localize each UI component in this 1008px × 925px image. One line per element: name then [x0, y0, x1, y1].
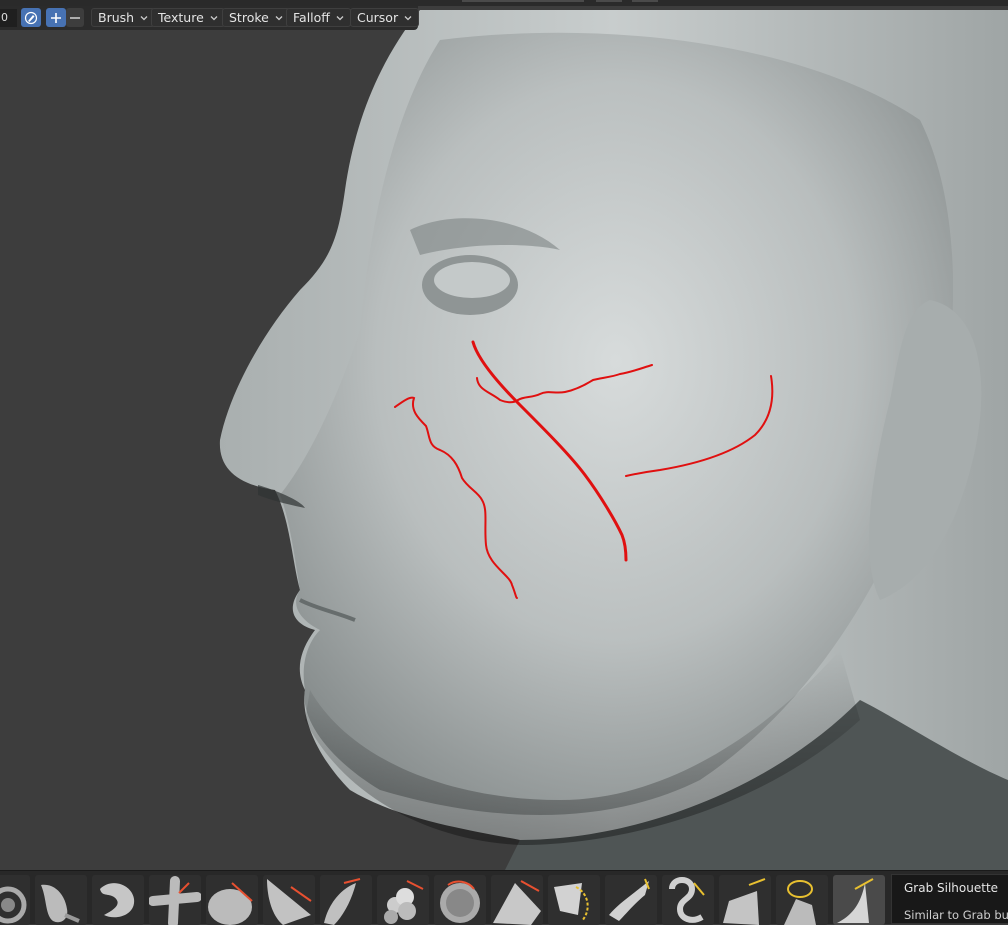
brush-dropdown[interactable]: Brush [91, 8, 156, 27]
tooltip-description: Similar to Grab but o [904, 908, 1008, 922]
falloff-dropdown-label: Falloff [293, 10, 330, 25]
brush-flatten[interactable] [206, 875, 258, 925]
stroke-dropdown[interactable]: Stroke [222, 8, 290, 27]
top-tab[interactable] [632, 0, 658, 2]
layer-icon [493, 880, 541, 925]
blob-icon [384, 880, 424, 924]
brush-tooltip: Grab Silhouette Similar to Grab but o [891, 874, 1008, 924]
brush-elastic-deform[interactable] [662, 875, 714, 925]
brush-thumb[interactable] [719, 875, 771, 925]
pen-pressure-icon [24, 11, 38, 24]
brush-multires-displacement[interactable] [434, 875, 486, 925]
brush-clay-strips[interactable] [0, 875, 30, 925]
brush-grab-silhouette[interactable] [833, 875, 885, 925]
clay-strips-icon [0, 886, 27, 924]
chevron-down-icon [210, 15, 218, 20]
top-tab[interactable] [596, 0, 622, 2]
chevron-down-icon [404, 15, 412, 20]
crease-icon [324, 878, 361, 925]
scrape-icon [267, 879, 312, 925]
chevron-down-icon [275, 15, 283, 20]
multires-icon [440, 880, 480, 923]
texture-dropdown-label: Texture [158, 10, 204, 25]
pen-pressure-toggle[interactable] [21, 8, 41, 27]
value-field[interactable]: 0 [0, 9, 17, 27]
snake-hook-icon [609, 878, 650, 921]
elastic-deform-icon [669, 877, 705, 923]
brush-draw-sharp[interactable] [92, 875, 144, 925]
brush-layer[interactable] [491, 875, 543, 925]
flatten-icon [208, 882, 253, 925]
cursor-dropdown[interactable]: Cursor [350, 8, 420, 27]
chevron-down-icon [336, 15, 344, 20]
3d-viewport[interactable] [0, 0, 1008, 870]
brush-fill[interactable] [548, 875, 600, 925]
grab-silhouette-icon [837, 878, 874, 923]
chevron-down-icon [140, 15, 148, 20]
pinch-icon [149, 876, 201, 925]
stroke-dropdown-label: Stroke [229, 10, 269, 25]
subtract-button[interactable] [66, 8, 84, 27]
brush-scrape[interactable] [263, 875, 315, 925]
top-tab[interactable] [462, 0, 584, 2]
minus-icon [70, 16, 80, 19]
brush-dropdown-label: Brush [98, 10, 135, 25]
brush-pose[interactable] [776, 875, 828, 925]
smooth-brush-icon [41, 884, 80, 923]
cursor-dropdown-label: Cursor [357, 10, 399, 25]
texture-dropdown[interactable]: Texture [151, 8, 225, 27]
thumb-icon [723, 878, 766, 925]
brush-snake-hook[interactable] [605, 875, 657, 925]
fill-icon [554, 883, 589, 922]
brush-pinch[interactable] [149, 875, 201, 925]
brush-crease[interactable] [320, 875, 372, 925]
add-button[interactable] [46, 8, 66, 27]
tooltip-title: Grab Silhouette [904, 881, 999, 895]
pose-icon [784, 880, 816, 925]
brush-smooth[interactable] [35, 875, 87, 925]
brush-blob[interactable] [377, 875, 429, 925]
falloff-dropdown[interactable]: Falloff [286, 8, 351, 27]
sculpt-mesh[interactable] [0, 0, 1008, 870]
draw-sharp-icon [100, 883, 135, 918]
brush-shelf [0, 870, 1008, 925]
plus-icon [51, 12, 61, 23]
eye-lid [434, 262, 510, 298]
